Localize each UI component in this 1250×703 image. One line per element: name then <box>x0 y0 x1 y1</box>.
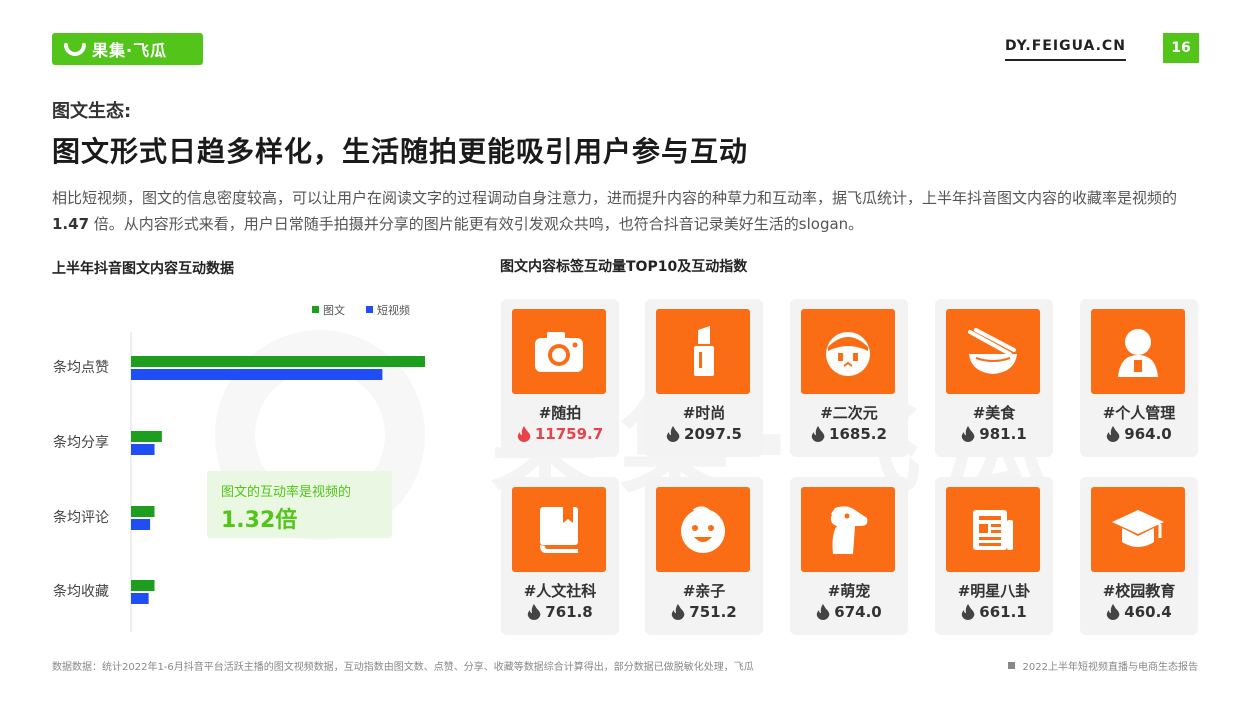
tag-score-value: 2097.5 <box>684 425 742 443</box>
category-label: 条均收藏 <box>53 583 109 600</box>
brand-logo: 果集·飞瓜 <box>52 33 203 65</box>
bar-0-0 <box>131 356 425 367</box>
intro-value: 1.47 <box>52 215 90 233</box>
tag-card[interactable]: #个人管理 964.0 <box>1080 299 1198 457</box>
bar-1-3 <box>131 593 149 604</box>
flame-icon <box>1107 604 1120 620</box>
tag-card[interactable]: #人文社科 761.8 <box>501 477 619 635</box>
legend-swatch-1 <box>366 306 373 313</box>
tag-score-value: 661.1 <box>979 603 1027 621</box>
newspaper-icon <box>946 487 1040 572</box>
tag-card[interactable]: #校园教育 460.4 <box>1080 477 1198 635</box>
tag-score-value: 751.2 <box>689 603 737 621</box>
tag-card[interactable]: #时尚 2097.5 <box>645 299 763 457</box>
legend-label-1: 短视频 <box>377 303 410 317</box>
flame-icon <box>962 426 975 442</box>
tag-score: 964.0 <box>1080 425 1198 443</box>
callout-value: 1.32倍 <box>221 508 298 533</box>
flame-icon <box>962 604 975 620</box>
square-bullet-icon <box>1007 662 1015 669</box>
bar-1-2 <box>131 519 151 530</box>
tag-score: 761.8 <box>501 603 619 621</box>
tag-card[interactable]: #明星八卦 661.1 <box>935 477 1053 635</box>
dog-icon <box>801 487 895 572</box>
tag-label: #随拍 <box>538 404 582 422</box>
flame-icon <box>811 426 825 442</box>
tag-score-value: 674.0 <box>834 603 882 621</box>
tag-score-value: 1685.2 <box>829 425 887 443</box>
tag-label: #二次元 <box>820 404 878 422</box>
legend-swatch-0 <box>312 306 319 313</box>
tag-score-value: 981.1 <box>979 425 1027 443</box>
tag-label: #校园教育 <box>1102 582 1176 600</box>
tag-label: #萌宠 <box>827 582 871 600</box>
tag-label: #个人管理 <box>1102 404 1176 422</box>
tag-card[interactable]: #亲子 751.2 <box>645 477 763 635</box>
bar-1-0 <box>131 369 383 380</box>
tag-score: 1685.2 <box>790 425 908 443</box>
tag-score: 981.1 <box>935 425 1053 443</box>
flame-icon <box>666 426 680 442</box>
tag-label: #时尚 <box>682 404 726 422</box>
tag-score: 11759.7 <box>501 425 619 443</box>
logo-icon <box>64 43 86 56</box>
bar-0-3 <box>131 580 155 591</box>
tag-score: 2097.5 <box>645 425 763 443</box>
flame-icon <box>672 604 685 620</box>
interaction-bar-chart: 图文 短视频条均点赞条均分享条均评论条均收藏 <box>53 303 425 632</box>
intro-paragraph: 相比短视频，图文的信息密度较高，可以让用户在阅读文字的过程调动自身注意力，进而提… <box>52 185 1200 237</box>
tag-label: #亲子 <box>682 582 726 600</box>
tag-score-value: 761.8 <box>545 603 593 621</box>
ratio-callout: 图文的互动率是视频的 1.32倍 <box>207 471 392 538</box>
section-kicker: 图文生态: <box>52 101 132 122</box>
food-bowl-icon <box>946 309 1040 394</box>
intro-text-1: 相比短视频，图文的信息密度较高，可以让用户在阅读文字的过程调动自身注意力，进而提… <box>52 189 1178 207</box>
callout-text: 图文的互动率是视频的 <box>221 485 352 500</box>
chart-title: 上半年抖音图文内容互动数据 <box>52 261 234 277</box>
tag-grid-title: 图文内容标签互动量TOP10及互动指数 <box>500 259 748 275</box>
page-number: 16 <box>1163 33 1199 63</box>
report-name: 2022上半年短视频直播与电商生态报告 <box>1007 658 1198 673</box>
tag-card[interactable]: #萌宠 674.0 <box>790 477 908 635</box>
flame-icon <box>1107 426 1120 442</box>
legend-label-0: 图文 <box>323 303 345 317</box>
data-source-note: 数据数据：统计2022年1-6月抖音平台活跃主播的图文视频数据，互动指数由图文数… <box>52 662 754 673</box>
category-label: 条均评论 <box>53 509 109 526</box>
tag-score: 751.2 <box>645 603 763 621</box>
tag-card[interactable]: #二次元 1685.2 <box>790 299 908 457</box>
tag-score: 661.1 <box>935 603 1053 621</box>
tag-label: #人文社科 <box>523 582 597 600</box>
bar-0-2 <box>131 506 155 517</box>
category-label: 条均分享 <box>53 434 109 451</box>
tag-score-value: 11759.7 <box>534 425 604 443</box>
brand-name: 果集·飞瓜 <box>92 41 168 60</box>
camera-icon <box>512 309 606 394</box>
bar-0-1 <box>131 431 162 442</box>
anime-face-icon <box>801 309 895 394</box>
intro-text-2: 倍。从内容形式来看，用户日常随手拍摄并分享的图片能更有效引发观众共鸣，也符合抖音… <box>93 215 864 233</box>
flame-icon <box>528 604 541 620</box>
page-title: 图文形式日趋多样化，生活随拍更能吸引用户参与互动 <box>52 135 749 168</box>
tag-score-value: 460.4 <box>1124 603 1172 621</box>
tag-label: #明星八卦 <box>957 582 1031 600</box>
person-icon <box>1091 309 1185 394</box>
tag-card[interactable]: #美食 981.1 <box>935 299 1053 457</box>
tag-score: 460.4 <box>1080 603 1198 621</box>
category-label: 条均点赞 <box>53 359 109 376</box>
site-url[interactable]: DY.FEIGUA.CN <box>1005 38 1126 61</box>
tag-card[interactable]: #随拍 11759.7 <box>501 299 619 457</box>
book-icon <box>512 487 606 572</box>
report-title: 2022上半年短视频直播与电商生态报告 <box>1022 662 1198 673</box>
lipstick-icon <box>656 309 750 394</box>
bar-1-1 <box>131 444 155 455</box>
flame-icon <box>517 426 531 442</box>
tag-score-value: 964.0 <box>1124 425 1172 443</box>
graduation-cap-icon <box>1091 487 1185 572</box>
tag-label: #美食 <box>972 404 1016 422</box>
flame-icon <box>817 604 830 620</box>
tag-score: 674.0 <box>790 603 908 621</box>
baby-face-icon <box>656 487 750 572</box>
